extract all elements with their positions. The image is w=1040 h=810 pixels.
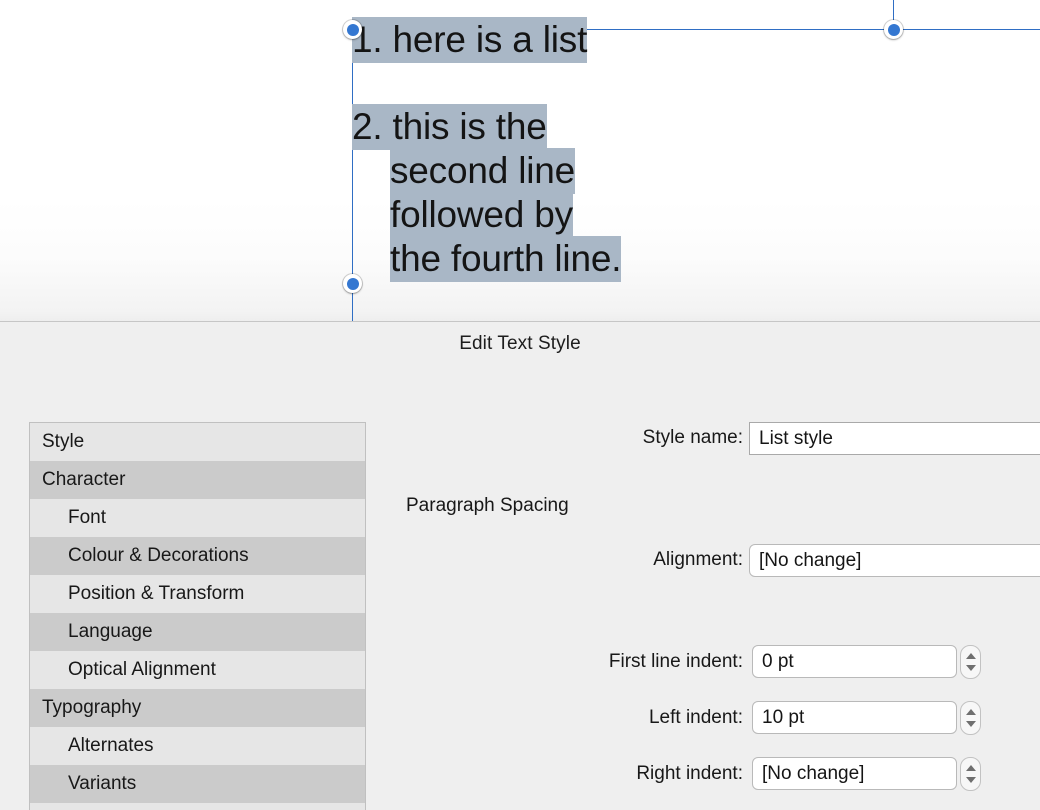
paragraph-spacing-label: Paragraph Spacing <box>406 495 569 516</box>
first-line-indent-stepper[interactable] <box>960 645 981 679</box>
left-indent-label: Left indent: <box>648 707 743 728</box>
edit-text-style-dialog: Edit Text Style Style Character Font Col… <box>0 321 1040 810</box>
stepper-up-icon[interactable] <box>965 709 976 715</box>
stepper-up-icon[interactable] <box>965 653 976 659</box>
left-indent-input[interactable]: 10 pt <box>752 701 957 734</box>
stepper-down-icon[interactable] <box>965 665 976 671</box>
style-name-label: Style name: <box>642 427 743 448</box>
selection-handle-top-left[interactable] <box>343 20 362 39</box>
stepper-up-icon[interactable] <box>965 765 976 771</box>
alignment-select[interactable]: [No change] <box>749 544 1040 577</box>
document-canvas[interactable]: 1. here is a list 2. this is the second … <box>0 0 1040 321</box>
text-block[interactable]: 1. here is a list 2. this is the second … <box>352 17 752 282</box>
style-name-input[interactable]: List style <box>749 422 1040 455</box>
alignment-label: Alignment: <box>653 549 743 570</box>
right-indent-label: Right indent: <box>636 763 743 784</box>
first-line-indent-input[interactable]: 0 pt <box>752 645 957 678</box>
stepper-down-icon[interactable] <box>965 777 976 783</box>
stepper-down-icon[interactable] <box>965 721 976 727</box>
right-indent-input[interactable]: [No change] <box>752 757 957 790</box>
paragraph-2[interactable]: 2. this is the second line followed by t… <box>352 104 752 282</box>
first-line-indent-label: First line indent: <box>608 651 743 672</box>
paragraph-1-line-1: 1. here is a list <box>352 17 587 63</box>
paragraph-2-line-1: 2. this is the <box>352 104 547 150</box>
selection-handle-bottom-left[interactable] <box>343 274 362 293</box>
screen: 1. here is a list 2. this is the second … <box>0 0 1040 810</box>
left-indent-stepper[interactable] <box>960 701 981 735</box>
paragraph-2-line-3: followed by <box>390 192 573 238</box>
right-indent-stepper[interactable] <box>960 757 981 791</box>
selection-handle-top-right[interactable] <box>884 20 903 39</box>
paragraph-2-line-4: the fourth line. <box>390 236 621 282</box>
paragraph-2-line-2: second line <box>390 148 575 194</box>
style-form: Style name: List style Paragraph Spacing… <box>0 322 1040 810</box>
paragraph-1[interactable]: 1. here is a list <box>352 17 752 63</box>
